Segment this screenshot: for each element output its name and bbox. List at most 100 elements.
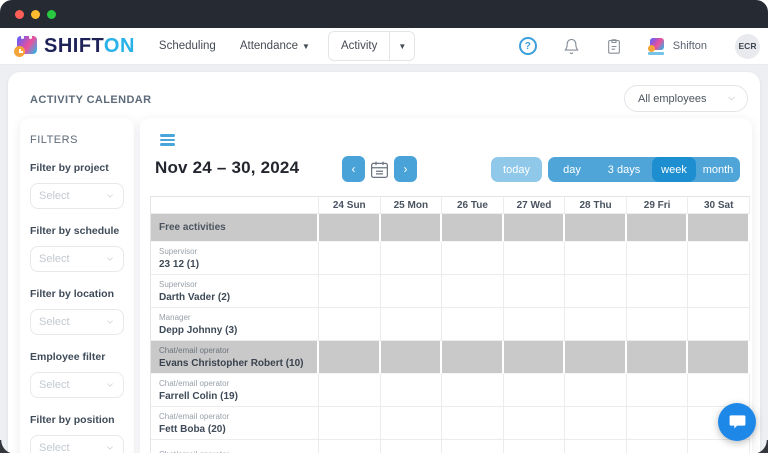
view-week-button[interactable]: week — [652, 157, 696, 182]
window-controls — [15, 10, 56, 19]
schedule-cell-r5-d1[interactable] — [319, 374, 381, 407]
schedule-cell-r2-d7[interactable] — [688, 275, 750, 308]
view-day-button[interactable]: day — [548, 157, 596, 182]
schedule-cell-r7-d5[interactable] — [565, 440, 627, 453]
schedule-cell-r7-d7[interactable] — [688, 440, 750, 453]
free-activities-cell-4[interactable] — [504, 214, 566, 242]
schedule-cell-r3-d3[interactable] — [442, 308, 504, 341]
schedule-cell-r3-d2[interactable] — [381, 308, 443, 341]
schedule-cell-r6-d1[interactable] — [319, 407, 381, 440]
day-header-6[interactable]: 29 Fri — [627, 197, 689, 214]
schedule-cell-r7-d6[interactable] — [627, 440, 689, 453]
schedule-cell-r1-d1[interactable] — [319, 242, 381, 275]
view-3days-button[interactable]: 3 days — [596, 157, 652, 182]
schedule-cell-r5-d7[interactable] — [688, 374, 750, 407]
schedule-cell-r1-d6[interactable] — [627, 242, 689, 275]
employee-row-label[interactable]: Chat/email operatorFett Boba (20) — [151, 407, 319, 440]
nav-activity-caret[interactable]: ▼ — [389, 32, 414, 60]
schedule-cell-r6-d2[interactable] — [381, 407, 443, 440]
employee-row-label[interactable]: Supervisor23 12 (1) — [151, 242, 319, 275]
schedule-cell-r6-d6[interactable] — [627, 407, 689, 440]
employee-row-label[interactable]: SupervisorDarth Vader (2) — [151, 275, 319, 308]
schedule-cell-r1-d4[interactable] — [504, 242, 566, 275]
schedule-cell-r5-d5[interactable] — [565, 374, 627, 407]
free-activities-cell-1[interactable] — [319, 214, 381, 242]
chat-widget-button[interactable] — [718, 403, 756, 441]
schedule-cell-r7-d3[interactable] — [442, 440, 504, 453]
schedule-cell-r6-d5[interactable] — [565, 407, 627, 440]
schedule-cell-r5-d2[interactable] — [381, 374, 443, 407]
free-activities-cell-7[interactable] — [688, 214, 750, 242]
day-header-5[interactable]: 28 Thu — [565, 197, 627, 214]
schedule-cell-r4-d4[interactable] — [504, 341, 566, 374]
user-avatar[interactable]: ECR — [735, 34, 760, 59]
schedule-cell-r3-d4[interactable] — [504, 308, 566, 341]
menu-icon[interactable] — [160, 134, 175, 148]
all-employees-select[interactable]: All employees — [624, 85, 748, 112]
location-filter-select[interactable]: Select — [30, 309, 124, 335]
schedule-cell-r5-d3[interactable] — [442, 374, 504, 407]
schedule-cell-r2-d3[interactable] — [442, 275, 504, 308]
employee-row-label[interactable]: Chat/email operatorFarrell Colin (19) — [151, 374, 319, 407]
schedule-cell-r4-d7[interactable] — [688, 341, 750, 374]
free-activities-cell-2[interactable] — [381, 214, 443, 242]
free-activities-cell-3[interactable] — [442, 214, 504, 242]
day-header-4[interactable]: 27 Wed — [504, 197, 566, 214]
help-icon[interactable]: ? — [519, 37, 537, 55]
schedule-cell-r4-d5[interactable] — [565, 341, 627, 374]
free-activities-cell-6[interactable] — [627, 214, 689, 242]
schedule-cell-r7-d4[interactable] — [504, 440, 566, 453]
nav-activity-label[interactable]: Activity — [329, 32, 389, 60]
schedule-cell-r6-d3[interactable] — [442, 407, 504, 440]
schedule-cell-r5-d6[interactable] — [627, 374, 689, 407]
schedule-cell-r2-d2[interactable] — [381, 275, 443, 308]
schedule-cell-r4-d2[interactable] — [381, 341, 443, 374]
nav-item-scheduling[interactable]: Scheduling — [159, 40, 216, 52]
schedule-cell-r2-d5[interactable] — [565, 275, 627, 308]
free-activities-cell-5[interactable] — [565, 214, 627, 242]
bell-icon[interactable] — [563, 38, 580, 55]
schedule-cell-r3-d6[interactable] — [627, 308, 689, 341]
schedule-cell-r6-d4[interactable] — [504, 407, 566, 440]
zoom-window-button[interactable] — [47, 10, 56, 19]
schedule-cell-r1-d5[interactable] — [565, 242, 627, 275]
schedule-cell-r4-d6[interactable] — [627, 341, 689, 374]
close-window-button[interactable] — [15, 10, 24, 19]
tasks-icon[interactable] — [606, 38, 622, 55]
day-header-2[interactable]: 25 Mon — [381, 197, 443, 214]
project-filter-select[interactable]: Select — [30, 183, 124, 209]
nav-item-attendance[interactable]: Attendance ▼ — [240, 40, 310, 52]
schedule-cell-r4-d1[interactable] — [319, 341, 381, 374]
minimize-window-button[interactable] — [31, 10, 40, 19]
schedule-cell-r2-d1[interactable] — [319, 275, 381, 308]
today-button[interactable]: today — [491, 157, 542, 182]
view-month-button[interactable]: month — [696, 157, 740, 182]
schedule-cell-r1-d3[interactable] — [442, 242, 504, 275]
schedule-cell-r7-d2[interactable] — [381, 440, 443, 453]
employee-row-label[interactable]: ManagerDepp Johnny (3) — [151, 308, 319, 341]
company-profile[interactable]: Shifton — [648, 38, 707, 55]
schedule-cell-r7-d1[interactable] — [319, 440, 381, 453]
employee-row-label[interactable]: Chat/email operator — [151, 440, 319, 453]
position-filter-select[interactable]: Select — [30, 435, 124, 453]
schedule-cell-r1-d7[interactable] — [688, 242, 750, 275]
next-week-button[interactable]: › — [394, 156, 417, 182]
schedule-cell-r3-d5[interactable] — [565, 308, 627, 341]
day-header-3[interactable]: 26 Tue — [442, 197, 504, 214]
calendar-picker-icon[interactable] — [369, 159, 390, 180]
schedule-filter-select[interactable]: Select — [30, 246, 124, 272]
day-header-7[interactable]: 30 Sat — [688, 197, 750, 214]
schedule-cell-r1-d2[interactable] — [381, 242, 443, 275]
schedule-cell-r2-d6[interactable] — [627, 275, 689, 308]
schedule-cell-r3-d7[interactable] — [688, 308, 750, 341]
free-activities-row-label[interactable]: Free activities — [151, 214, 319, 242]
schedule-cell-r3-d1[interactable] — [319, 308, 381, 341]
shifton-logo[interactable]: SHIFTON — [14, 35, 135, 58]
schedule-cell-r5-d4[interactable] — [504, 374, 566, 407]
schedule-cell-r4-d3[interactable] — [442, 341, 504, 374]
schedule-cell-r2-d4[interactable] — [504, 275, 566, 308]
prev-week-button[interactable]: ‹ — [342, 156, 365, 182]
day-header-1[interactable]: 24 Sun — [319, 197, 381, 214]
employee-filter-select[interactable]: Select — [30, 372, 124, 398]
employee-row-label[interactable]: Chat/email operatorEvans Christopher Rob… — [151, 341, 319, 374]
